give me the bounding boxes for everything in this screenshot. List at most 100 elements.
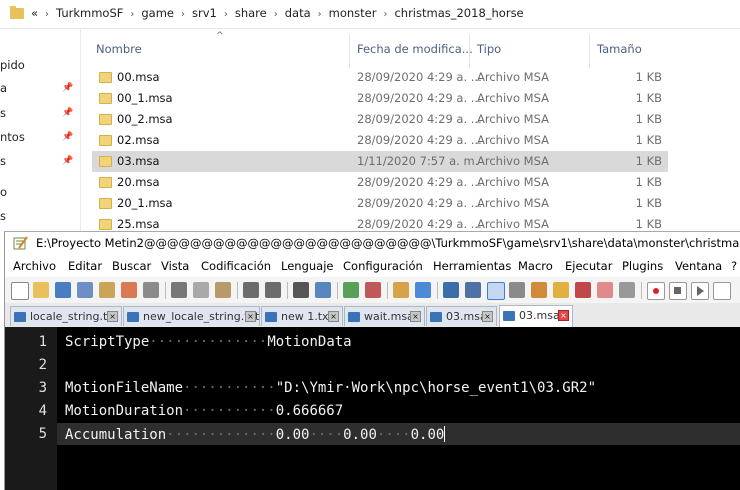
close-all-icon[interactable] — [121, 282, 137, 298]
title-bar[interactable]: E:\Proyecto Metin2@@@@@@@@@@@@@@@@@@@@@@… — [5, 232, 740, 255]
close-tab-icon[interactable]: × — [107, 311, 118, 322]
show-all-chars-icon[interactable] — [465, 282, 481, 298]
tab-03-msa[interactable]: 03.msa × — [426, 306, 497, 326]
doc-map-icon[interactable] — [531, 282, 547, 298]
nav-item[interactable]: o — [0, 185, 7, 199]
value: 0.666667 — [275, 403, 344, 419]
line-number: 4 — [38, 403, 47, 419]
breadcrumb-item[interactable]: srv1 — [192, 6, 217, 20]
line-number: 1 — [38, 334, 47, 350]
column-divider[interactable] — [469, 34, 470, 68]
menu-help[interactable]: ? — [731, 259, 737, 273]
nav-item[interactable]: a — [0, 81, 7, 95]
file-type: Archivo MSA — [477, 70, 549, 84]
menu-ventana[interactable]: Ventana — [675, 259, 722, 273]
menu-ejecutar[interactable]: Ejecutar — [565, 259, 612, 273]
word-wrap-icon[interactable] — [443, 282, 459, 298]
nav-item[interactable]: s — [0, 154, 6, 168]
key: ScriptType — [65, 334, 150, 350]
copy-icon[interactable] — [193, 282, 209, 298]
menu-buscar[interactable]: Buscar — [112, 259, 151, 273]
monitoring-icon[interactable] — [597, 282, 613, 298]
menu-macro[interactable]: Macro — [518, 259, 553, 273]
tab-new-1[interactable]: new 1.txt × — [261, 306, 343, 326]
close-tab-icon[interactable]: × — [410, 311, 421, 322]
find-icon[interactable] — [293, 282, 309, 298]
column-divider[interactable] — [589, 34, 590, 68]
close-tab-icon[interactable]: × — [328, 311, 339, 322]
nav-item[interactable]: pido — [0, 58, 25, 72]
view-icon[interactable] — [619, 282, 635, 298]
toolbar-separator — [287, 282, 288, 299]
tab-03-msa-active[interactable]: 03.msa × — [499, 305, 573, 327]
replace-icon[interactable] — [315, 282, 331, 298]
print-icon[interactable] — [143, 282, 159, 298]
file-row[interactable]: 20.msa 28/09/2020 4:29 a. ... Archivo MS… — [92, 172, 668, 193]
undo-icon[interactable] — [243, 282, 259, 298]
file-type: Archivo MSA — [477, 133, 549, 147]
column-header-type[interactable]: Tipo — [477, 42, 501, 56]
breadcrumb-overflow[interactable]: « — [31, 6, 38, 20]
menu-plugins[interactable]: Plugins — [622, 259, 663, 273]
indent-guide-icon[interactable] — [487, 282, 505, 300]
zoom-out-icon[interactable] — [365, 282, 381, 298]
close-tab-icon[interactable]: × — [558, 310, 569, 321]
play-macro-icon[interactable] — [691, 282, 709, 300]
open-file-icon[interactable] — [33, 282, 49, 298]
column-divider[interactable] — [349, 34, 350, 68]
folder-workspace-icon[interactable] — [575, 282, 591, 298]
close-tab-icon[interactable]: × — [245, 311, 256, 322]
pin-icon: 📌 — [62, 132, 74, 142]
menu-lenguaje[interactable]: Lenguaje — [281, 259, 333, 273]
zoom-in-icon[interactable] — [343, 282, 359, 298]
record-macro-icon[interactable] — [647, 282, 665, 300]
column-header-size[interactable]: Tamaño — [597, 42, 642, 56]
file-row[interactable]: 00.msa 28/09/2020 4:29 a. ... Archivo MS… — [92, 67, 668, 88]
breadcrumb-item[interactable]: data — [285, 6, 311, 20]
file-row[interactable]: 20_1.msa 28/09/2020 4:29 a. ... Archivo … — [92, 193, 668, 214]
file-row[interactable]: 00_2.msa 28/09/2020 4:29 a. ... Archivo … — [92, 109, 668, 130]
file-row[interactable]: 02.msa 28/09/2020 4:29 a. ... Archivo MS… — [92, 130, 668, 151]
redo-icon[interactable] — [265, 282, 281, 298]
breadcrumb-item[interactable]: share — [235, 6, 267, 20]
file-row[interactable]: 00_1.msa 28/09/2020 4:29 a. ... Archivo … — [92, 88, 668, 109]
run-macro-multiple-icon[interactable] — [713, 282, 731, 300]
new-file-icon[interactable] — [11, 282, 29, 300]
tab-label: new_locale_string.txt — [143, 310, 260, 323]
menu-archivo[interactable]: Archivo — [13, 259, 56, 273]
nav-item[interactable]: ntos — [0, 130, 25, 144]
breadcrumb-item[interactable]: monster — [329, 6, 377, 20]
menu-codificacion[interactable]: Codificación — [201, 259, 271, 273]
menu-vista[interactable]: Vista — [161, 259, 189, 273]
tab-new-locale-string[interactable]: new_locale_string.txt × — [123, 306, 260, 326]
breadcrumb-item[interactable]: game — [141, 6, 174, 20]
code-editor[interactable]: 1 2 3 4 5 ScriptType··············Motion… — [5, 327, 740, 490]
close-file-icon[interactable] — [99, 282, 115, 298]
breadcrumb-item[interactable]: TurkmmoSF — [56, 6, 123, 20]
sync-vertical-icon[interactable] — [393, 282, 409, 298]
tab-wait-msa[interactable]: wait.msa × — [344, 306, 425, 326]
stop-macro-icon[interactable] — [669, 282, 687, 300]
menu-editar[interactable]: Editar — [68, 259, 102, 273]
cut-icon[interactable] — [171, 282, 187, 298]
sync-horizontal-icon[interactable] — [415, 282, 431, 298]
menu-herramientas[interactable]: Herramientas — [433, 259, 511, 273]
column-header-name[interactable]: Nombre — [96, 42, 142, 56]
language-icon[interactable] — [509, 282, 525, 298]
breadcrumb-item[interactable]: christmas_2018_horse — [394, 6, 523, 20]
save-icon[interactable] — [55, 282, 71, 298]
file-row[interactable]: 25.msa 28/09/2020 4:29 a. ... Archivo MS… — [92, 214, 668, 231]
nav-item[interactable]: s — [0, 106, 6, 120]
column-header-date[interactable]: Fecha de modifica... — [357, 42, 473, 56]
menu-configuracion[interactable]: Configuración — [343, 259, 423, 273]
save-all-icon[interactable] — [77, 282, 93, 298]
function-list-icon[interactable] — [553, 282, 569, 298]
tab-locale-string[interactable]: locale_string.txt × — [10, 306, 122, 326]
file-row-selected[interactable]: 03.msa 1/11/2020 7:57 a. m. Archivo MSA … — [92, 151, 668, 172]
close-tab-icon[interactable]: × — [482, 311, 493, 322]
nav-item[interactable]: s — [0, 209, 6, 223]
address-bar[interactable]: « › TurkmmoSF › game › srv1 › share › data › monster… — [0, 0, 740, 29]
paste-icon[interactable] — [215, 282, 231, 298]
whitespace-dots: ·············· — [149, 334, 268, 350]
key: MotionFileName — [65, 380, 184, 396]
